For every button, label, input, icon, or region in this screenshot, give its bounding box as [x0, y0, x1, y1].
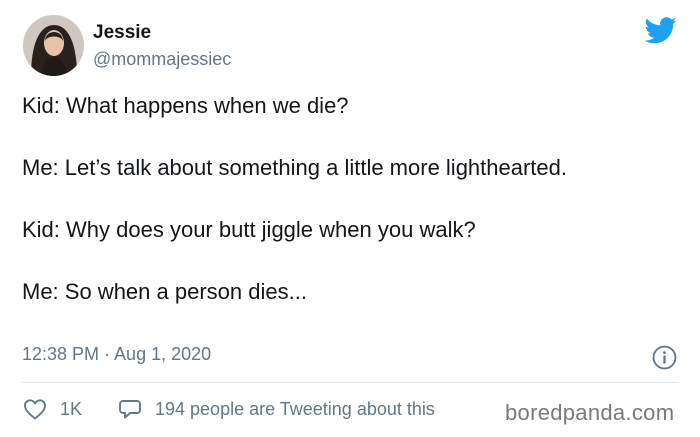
tweet-text: Kid: What happens when we die? Me: Let’s…	[22, 90, 672, 307]
tweet-line: Kid: Why does your butt jiggle when you …	[22, 217, 476, 242]
tweet-line: Me: Let’s talk about something a little …	[22, 155, 568, 180]
tweet-line: Me: So when a person dies...	[22, 279, 307, 304]
watermark: boredpanda.com	[505, 400, 675, 425]
twitter-bird-icon[interactable]	[645, 17, 677, 44]
author-handle[interactable]: @mommajessiec	[93, 48, 231, 70]
tweet-card: Jessie @mommajessiec Kid: What happens w…	[0, 0, 700, 437]
tweeting-about-link[interactable]: 194 people are Tweeting about this	[155, 398, 435, 420]
author-name[interactable]: Jessie	[93, 22, 151, 44]
divider	[22, 382, 678, 383]
speech-bubble-icon[interactable]	[118, 397, 142, 421]
heart-icon[interactable]	[23, 398, 47, 420]
tweet-timestamp[interactable]: 12:38 PM · Aug 1, 2020	[22, 343, 211, 365]
avatar[interactable]	[23, 15, 84, 76]
info-icon[interactable]	[652, 345, 677, 370]
tweet-line: Kid: What happens when we die?	[22, 93, 349, 118]
like-count[interactable]: 1K	[60, 398, 82, 420]
